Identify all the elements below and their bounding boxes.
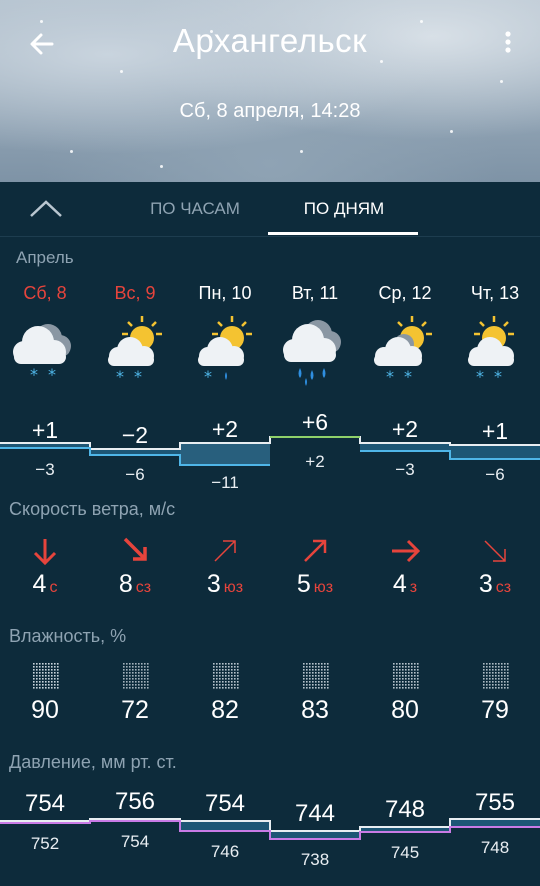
more-menu-button[interactable] xyxy=(498,28,518,60)
active-tab-indicator xyxy=(268,232,418,235)
wind-value: 5 юз xyxy=(296,570,334,598)
temp-high: −2 xyxy=(121,422,149,448)
tab-daily[interactable]: ПО ДНЯМ xyxy=(270,182,418,236)
temp-high: +2 xyxy=(391,416,419,442)
current-datetime: Сб, 8 апреля, 14:28 xyxy=(179,100,361,122)
humidity-value: 83 xyxy=(301,696,329,724)
humidity-icon xyxy=(0,660,90,690)
arrow-up-right-icon xyxy=(180,533,270,569)
svg-text:*: * xyxy=(116,367,124,386)
humidity-section-title: Влажность, % xyxy=(9,626,127,646)
day-label: Чт, 13 xyxy=(470,283,520,303)
arrow-down-right-icon xyxy=(450,533,540,569)
partly-sunny-snow-icon: * * xyxy=(90,312,180,388)
wind-section-title: Скорость ветра, м/с xyxy=(9,499,176,519)
pressure-high: 748 xyxy=(384,796,426,823)
pressure-low: 754 xyxy=(120,832,150,851)
wind-value: 8 сз xyxy=(118,570,152,598)
arrow-up-right-icon xyxy=(270,533,360,569)
temp-low: −3 xyxy=(395,460,415,479)
pressure-high: 754 xyxy=(204,790,246,817)
wind-value: 3 юз xyxy=(206,570,244,598)
pressure-high: 755 xyxy=(474,789,516,816)
day-label: Ср, 12 xyxy=(378,283,432,303)
temp-high: +2 xyxy=(211,416,239,442)
pressure-low: 745 xyxy=(390,843,420,862)
humidity-icon xyxy=(360,660,450,690)
pressure-low: 746 xyxy=(210,842,240,861)
day-label: Пн, 10 xyxy=(198,283,252,303)
svg-text:*: * xyxy=(30,365,38,384)
humidity-value: 79 xyxy=(481,696,509,724)
humidity-value: 82 xyxy=(211,696,239,724)
pressure-high: 756 xyxy=(114,788,156,815)
arrow-right-icon xyxy=(360,533,450,569)
humidity-value: 72 xyxy=(121,696,149,724)
humidity-icon xyxy=(180,660,270,690)
humidity-value: 80 xyxy=(391,696,419,724)
svg-text:*: * xyxy=(204,367,212,386)
chevron-up-icon xyxy=(30,200,62,217)
temp-high: +1 xyxy=(31,417,59,443)
temp-high: +6 xyxy=(301,409,329,435)
temp-low: +2 xyxy=(305,452,325,471)
pressure-low: 752 xyxy=(30,834,60,853)
day-label: Вс, 9 xyxy=(114,283,156,303)
svg-text:*: * xyxy=(476,367,484,386)
day-label: Вт, 11 xyxy=(291,283,339,303)
svg-text:*: * xyxy=(404,367,412,386)
pressure-low: 738 xyxy=(300,850,330,869)
temp-high: +1 xyxy=(481,418,509,444)
cloudy-rain-icon xyxy=(270,312,360,388)
tab-bar: ПО ЧАСАМ ПО ДНЯМ xyxy=(0,182,540,237)
svg-text:*: * xyxy=(386,367,394,386)
pressure-high: 744 xyxy=(294,800,336,827)
pressure-section-title: Давление, мм рт. ст. xyxy=(9,752,177,772)
month-label: Апрель xyxy=(16,248,74,267)
partly-sunny-snow-icon: * * xyxy=(360,312,450,388)
svg-text:*: * xyxy=(48,365,56,384)
temp-low: −6 xyxy=(485,465,505,484)
wind-value: 4с xyxy=(32,570,58,598)
partly-sunny-sleet-icon: * xyxy=(180,312,270,388)
cloudy-snow-icon: * * xyxy=(0,312,90,388)
temp-low: −11 xyxy=(211,473,239,492)
temp-low: −6 xyxy=(125,465,145,484)
day-label: Сб, 8 xyxy=(23,283,67,303)
humidity-icon xyxy=(270,660,360,690)
temp-low: −3 xyxy=(35,460,55,479)
header: Архангельск Сб, 8 апреля, 14:28 xyxy=(0,0,540,182)
arrow-down-right-icon xyxy=(90,533,180,569)
svg-text:*: * xyxy=(494,367,502,386)
arrow-down-icon xyxy=(0,533,90,569)
wind-value: 3 сз xyxy=(478,570,512,598)
more-vertical-icon xyxy=(505,31,511,53)
wind-value: 4з xyxy=(392,570,418,598)
tab-hourly[interactable]: ПО ЧАСАМ xyxy=(120,182,270,236)
pressure-high: 754 xyxy=(24,790,66,817)
city-title: Архангельск xyxy=(172,22,368,59)
humidity-value: 90 xyxy=(31,696,59,724)
humidity-icon xyxy=(90,660,180,690)
collapse-button[interactable] xyxy=(28,198,64,220)
partly-sunny-snow-icon: * * xyxy=(450,312,540,388)
svg-text:*: * xyxy=(134,367,142,386)
pressure-low: 748 xyxy=(480,838,510,857)
humidity-icon xyxy=(450,660,540,690)
